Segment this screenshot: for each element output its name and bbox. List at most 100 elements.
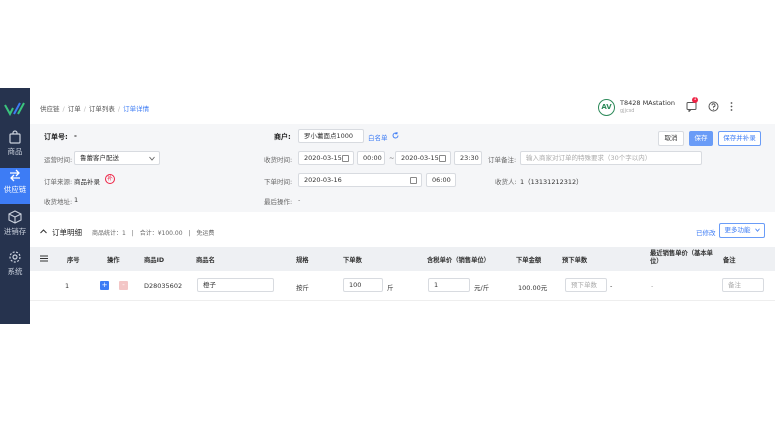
receive-end-date-input[interactable]: 2020-03-15 xyxy=(395,151,451,165)
sidebar-item-inventory[interactable]: 进销存 xyxy=(0,210,30,246)
order-no-value: - xyxy=(74,132,77,140)
receive-end-date-value: 2020-03-15 xyxy=(401,154,439,162)
delete-row-button[interactable]: - xyxy=(119,281,128,290)
sidebar-item-supply-chain[interactable]: 供应链 xyxy=(0,168,30,204)
breadcrumb-item[interactable]: 供应链 xyxy=(40,105,60,113)
user-name: T8428 MAstation xyxy=(620,99,676,107)
table-menu-icon[interactable] xyxy=(40,255,48,262)
product-id: D28035602 xyxy=(144,282,183,290)
breadcrumb: 供应链 / 订单 / 订单列表 / 订单详情 xyxy=(40,105,150,113)
col-product-name: 商品名 xyxy=(196,257,215,264)
chevron-down-icon xyxy=(149,156,155,161)
pre-qty-input[interactable]: 预下单数 xyxy=(565,278,607,292)
address-label: 收货地址: xyxy=(44,198,73,206)
calendar-icon xyxy=(342,155,349,162)
app-frame: 商品 供应链 进销存 系统 供应链 / 订单 / 订单列表 / 订单详情 AV … xyxy=(0,88,775,324)
table-row: 1 + - D28035602 橙子 按斤 100 斤 1 元/斤 100.00… xyxy=(30,271,775,301)
receive-start-date-input[interactable]: 2020-03-15 xyxy=(298,151,354,165)
order-amount: 100.00元 xyxy=(518,284,548,292)
calendar-icon xyxy=(410,177,417,184)
merchant-label: 商户: xyxy=(274,133,291,141)
pre-qty-dash: - xyxy=(610,282,613,290)
product-name-input[interactable]: 橙子 xyxy=(197,278,274,292)
calendar-icon xyxy=(439,155,446,162)
order-detail: 订单明细 商品统计：1 | 合计：¥100.00 | 免运费 已修改 更多功能 … xyxy=(30,212,775,324)
chevron-up-icon[interactable] xyxy=(40,229,47,234)
save-add-button[interactable]: 保存并补录 xyxy=(718,131,761,146)
col-remark: 备注 xyxy=(723,257,736,264)
order-time-label: 下单时间: xyxy=(264,178,293,186)
source-badge: 补 xyxy=(105,174,115,184)
remark-input[interactable]: 备注 xyxy=(722,278,764,292)
sidebar-item-label: 供应链 xyxy=(3,185,27,194)
separator: | xyxy=(131,230,134,237)
breadcrumb-current: 订单详情 xyxy=(123,105,150,113)
source-value: 商品补录 xyxy=(74,178,100,186)
last-op-value: - xyxy=(298,196,301,204)
order-remark-input[interactable]: 输入商家对订单的特殊要求（30个字以内） xyxy=(520,151,702,165)
merchant-input[interactable]: 罗小薯面点1000 xyxy=(298,129,364,143)
notification-badge: 1 xyxy=(692,97,698,103)
whitelist-link[interactable]: 白名单 xyxy=(368,132,388,142)
refresh-icon[interactable] xyxy=(392,132,399,139)
row-index: 1 xyxy=(65,282,70,290)
col-actions: 操作 xyxy=(107,257,120,264)
col-spec: 规格 xyxy=(296,257,309,264)
sidebar-item-products[interactable]: 商品 xyxy=(0,130,30,166)
top-bar: 供应链 / 订单 / 订单列表 / 订单详情 AV T8428 MAstation gjjc… xyxy=(30,88,775,124)
receive-start-date-value: 2020-03-15 xyxy=(304,154,342,162)
more-functions-button[interactable]: 更多功能 xyxy=(719,223,765,238)
receive-end-time-input[interactable]: 23:30 xyxy=(454,151,482,165)
qty-input[interactable]: 100 xyxy=(343,278,383,292)
save-button[interactable]: 保存 xyxy=(689,131,713,146)
free-shipping-label: 免运费 xyxy=(196,230,215,237)
add-row-button[interactable]: + xyxy=(100,281,109,290)
product-count-label: 商品统计： xyxy=(92,230,123,237)
sidebar-item-system[interactable]: 系统 xyxy=(0,250,30,286)
order-no-label: 订单号: xyxy=(44,133,68,141)
more-vertical-icon[interactable] xyxy=(726,101,737,112)
separator: | xyxy=(188,230,191,237)
recent-price: - xyxy=(651,282,654,290)
avatar: AV xyxy=(598,99,615,116)
user-sub: gjjcsd xyxy=(620,108,635,114)
cube-icon xyxy=(8,210,22,224)
order-date-input[interactable]: 2020-03-16 xyxy=(298,173,422,187)
product-spec: 按斤 xyxy=(296,284,309,292)
receive-start-time-input[interactable]: 00:00 xyxy=(357,151,385,165)
qty-unit: 斤 xyxy=(387,284,394,292)
order-date-value: 2020-03-16 xyxy=(304,176,342,184)
cancel-button[interactable]: 取消 xyxy=(658,131,684,146)
address-value: 1 xyxy=(74,196,79,204)
col-product-id: 商品ID xyxy=(144,257,165,264)
breadcrumb-item[interactable]: 订单列表 xyxy=(89,105,115,113)
product-count-value: 1 xyxy=(122,230,126,237)
detail-title: 订单明细 xyxy=(52,228,82,237)
batch-link[interactable]: 已修改 xyxy=(696,227,716,237)
order-header: 订单号: - 商户: 罗小薯面点1000 白名单 取消 保存 保存并补录 运营时… xyxy=(30,124,775,212)
col-unit-price: 含税单价（销售单位） xyxy=(427,257,490,264)
last-op-label: 最后操作: xyxy=(264,198,293,206)
order-time-input[interactable]: 06:00 xyxy=(426,173,456,187)
more-functions-label: 更多功能 xyxy=(724,226,751,234)
receive-time-label: 收货时间: xyxy=(264,156,293,164)
col-recent-price: 最近销售单价（基本单位） xyxy=(650,250,713,265)
help-icon[interactable] xyxy=(708,101,719,112)
range-separator: ~ xyxy=(389,154,395,162)
delivery-select-value: 鲁蕾客户配送 xyxy=(80,154,119,162)
sidebar-item-label: 进销存 xyxy=(3,227,27,236)
receiver-value: 1（13131212312） xyxy=(520,178,583,186)
col-qty: 下单数 xyxy=(343,257,362,264)
source-label: 订单来源: xyxy=(44,178,73,186)
total-value: 100.00 xyxy=(161,230,183,237)
sidebar-item-label: 商品 xyxy=(7,147,23,156)
col-amount: 下单金额 xyxy=(516,257,542,264)
delivery-select[interactable]: 鲁蕾客户配送 xyxy=(74,151,160,165)
col-index: 序号 xyxy=(67,257,80,264)
table-header: 序号 操作 商品ID 商品名 规格 下单数 含税单价（销售单位） 下单金额 预下… xyxy=(30,247,775,271)
price-unit: 元/斤 xyxy=(474,284,490,292)
chevron-down-icon xyxy=(754,228,760,232)
breadcrumb-item[interactable]: 订单 xyxy=(68,105,81,113)
price-input[interactable]: 1 xyxy=(428,278,470,292)
brand-logo-icon xyxy=(4,102,25,116)
